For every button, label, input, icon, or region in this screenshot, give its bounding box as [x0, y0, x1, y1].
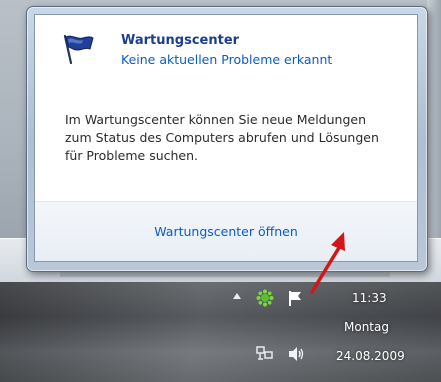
- popup-description: Im Wartungscenter können Sie neue Meldun…: [65, 112, 379, 163]
- popup-title[interactable]: Wartungscenter: [121, 33, 239, 48]
- popup-header: Wartungscenter Keine aktuellen Probleme …: [35, 15, 417, 71]
- popup-content: Wartungscenter Keine aktuellen Probleme …: [34, 14, 418, 262]
- clock-day[interactable]: Montag: [344, 320, 389, 334]
- clock-time[interactable]: 11:33: [352, 291, 387, 305]
- network-icon[interactable]: [256, 345, 274, 361]
- red-arrow-annotation: [310, 232, 345, 294]
- window-edge: [427, 0, 441, 250]
- popup-status-text: Keine aktuellen Probleme erkannt: [121, 52, 333, 67]
- action-center-flag-icon: [63, 34, 94, 64]
- show-hidden-icons-chevron[interactable]: [232, 292, 242, 300]
- action-center-popup: Wartungscenter Keine aktuellen Probleme …: [26, 6, 428, 272]
- action-center-tray-icon[interactable]: [286, 289, 304, 307]
- green-app-icon[interactable]: [256, 289, 274, 307]
- speaker-icon[interactable]: [287, 346, 305, 362]
- clock-date[interactable]: 24.08.2009: [336, 349, 405, 363]
